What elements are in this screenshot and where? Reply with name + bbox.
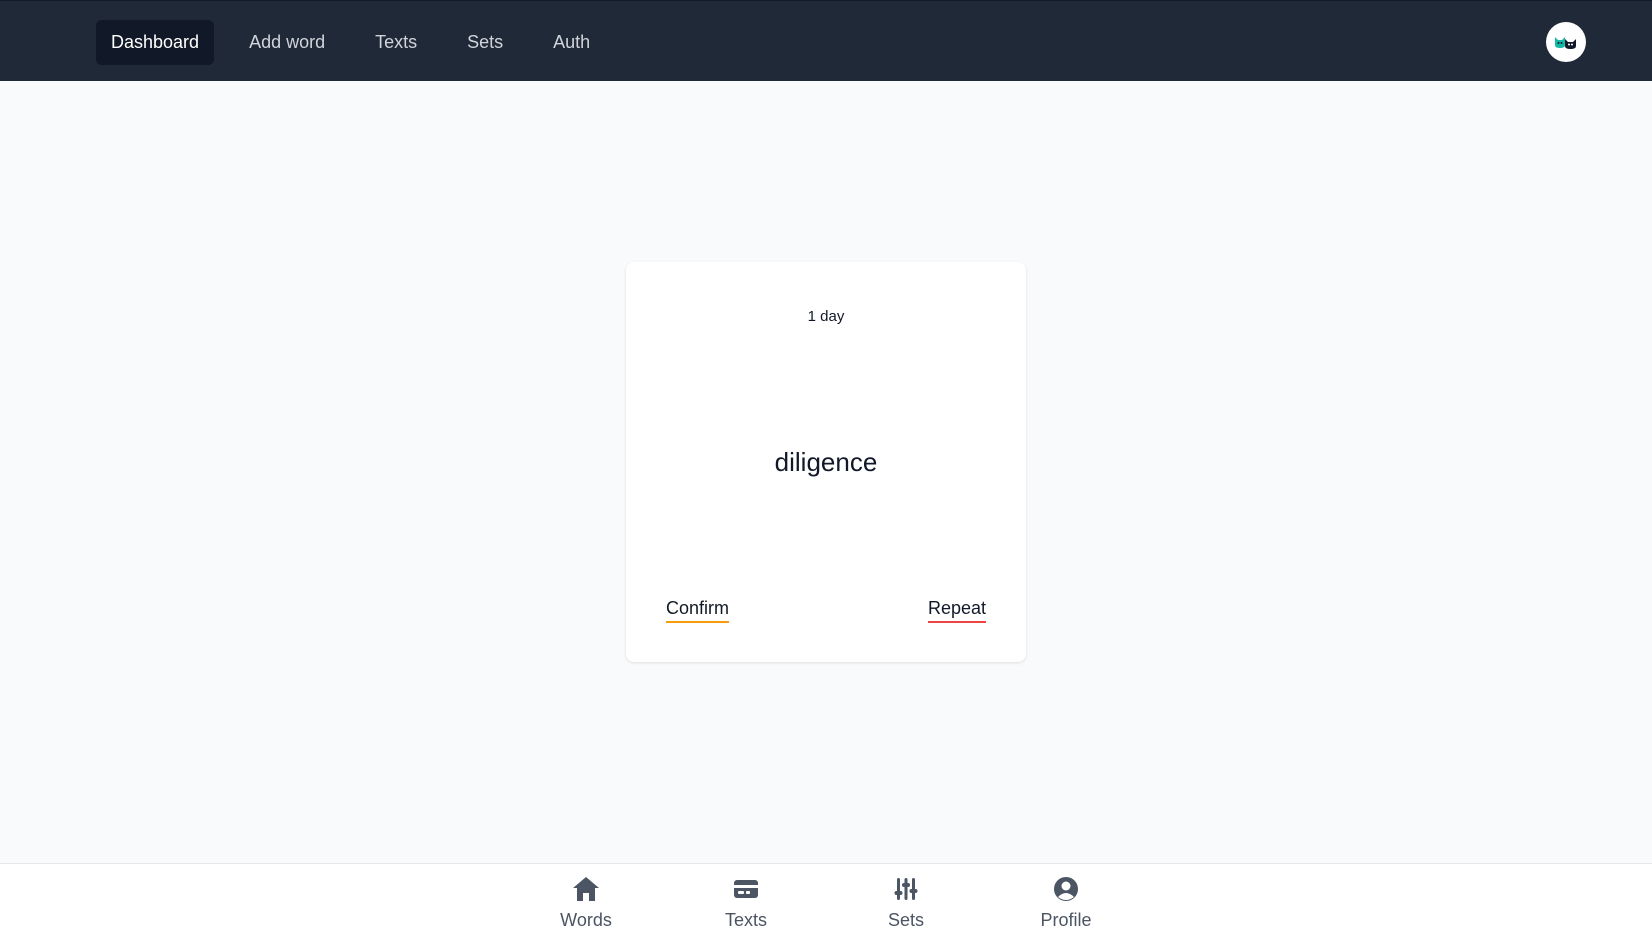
flashcard: 1 day diligence Confirm Repeat	[626, 262, 1026, 662]
bottom-nav-profile[interactable]: Profile	[1006, 876, 1126, 931]
bottom-nav-sets[interactable]: Sets	[846, 876, 966, 931]
top-navbar: Dashboard Add word Texts Sets Auth	[0, 0, 1652, 81]
sliders-icon	[894, 878, 918, 900]
nav-auth[interactable]: Auth	[538, 20, 605, 65]
confirm-button[interactable]: Confirm	[666, 598, 730, 623]
user-avatar[interactable]	[1546, 22, 1586, 62]
bottom-nav-label: Texts	[724, 910, 767, 930]
repeat-button[interactable]: Repeat	[927, 598, 986, 623]
bottom-nav-label: Sets	[887, 910, 925, 930]
top-nav: Dashboard Add word Texts Sets Auth	[96, 20, 625, 65]
bottom-nav-label: Words	[560, 910, 612, 930]
card-icon	[734, 880, 758, 898]
home-icon	[573, 877, 599, 901]
bottom-nav-words[interactable]: Words	[526, 876, 646, 931]
bottom-nav-texts[interactable]: Texts	[686, 876, 806, 931]
review-interval: 1 day	[807, 308, 845, 325]
user-circle-icon	[1054, 877, 1078, 901]
nav-texts[interactable]: Texts	[360, 20, 432, 65]
cat-icon	[1555, 37, 1576, 49]
bottom-navbar: Words Texts Sets Profile	[0, 863, 1652, 942]
nav-dashboard[interactable]: Dashboard	[96, 20, 215, 65]
bottom-nav-label: Profile	[1040, 910, 1092, 930]
nav-sets[interactable]: Sets	[452, 20, 518, 65]
flashcard-word[interactable]: diligence	[626, 447, 1026, 478]
nav-add-word[interactable]: Add word	[234, 20, 340, 65]
